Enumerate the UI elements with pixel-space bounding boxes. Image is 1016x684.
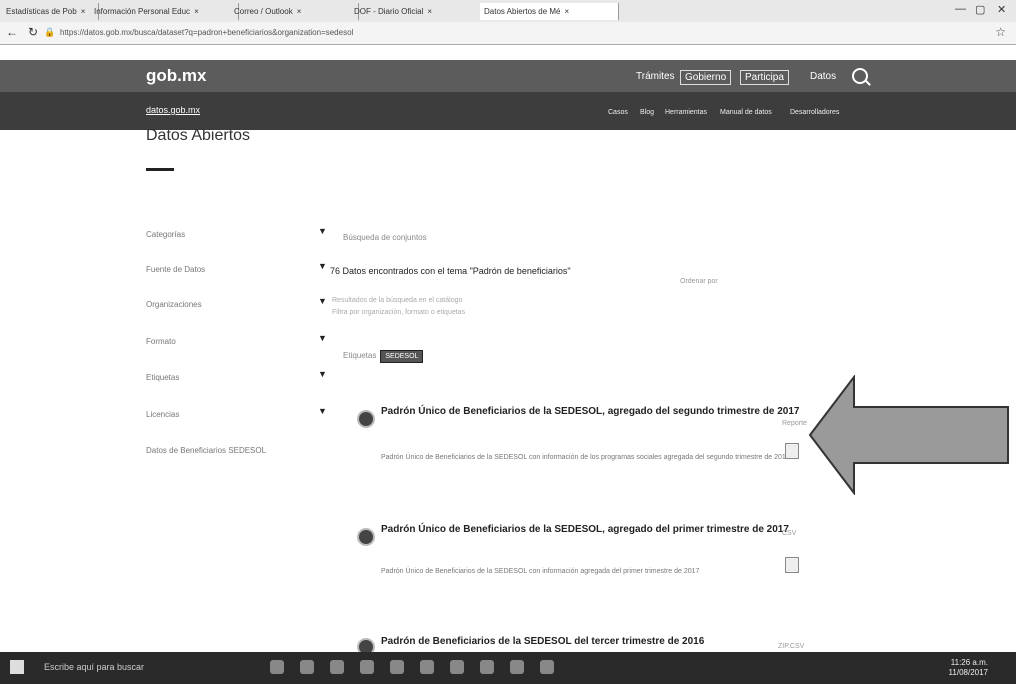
- browser-tab[interactable]: Información Personal Educ ×: [90, 3, 239, 20]
- tags-label: Etiquetas: [343, 351, 377, 360]
- chevron-down-icon[interactable]: ▼: [318, 406, 327, 416]
- sort-label[interactable]: Ordenar por: [680, 278, 718, 285]
- nav-link-tramites[interactable]: Trámites: [632, 70, 679, 83]
- windows-start-icon[interactable]: [10, 660, 24, 674]
- page-title: Datos Abiertos: [146, 127, 251, 144]
- task-view-icon[interactable]: [270, 660, 284, 674]
- excel-icon[interactable]: [450, 660, 464, 674]
- back-arrow-icon[interactable]: ←: [6, 25, 18, 39]
- tag-row: Etiquetas SEDESOL: [343, 350, 424, 363]
- dataset-title[interactable]: Padrón de Beneficiarios de la SEDESOL de…: [381, 636, 801, 648]
- lock-icon: 🔒: [44, 27, 56, 37]
- results-heading: 76 Datos encontrados con el tema "Padrón…: [330, 266, 571, 276]
- results-description: Filtra por organización, formato o etiqu…: [332, 309, 466, 316]
- sidebar-filter-categorias[interactable]: Categorías: [146, 230, 185, 239]
- browser-tab[interactable]: Estadísticas de Pob ×: [2, 3, 99, 20]
- chevron-down-icon[interactable]: ▼: [318, 333, 327, 343]
- site-top-nav: gob.mx Trámites Gobierno Participa Datos: [0, 60, 1016, 92]
- mail-icon[interactable]: [390, 660, 404, 674]
- explorer-icon[interactable]: [330, 660, 344, 674]
- dataset-description: Padrón Único de Beneficiarios de la SEDE…: [381, 568, 700, 575]
- dataset-title[interactable]: Padrón Único de Beneficiarios de la SEDE…: [381, 524, 801, 536]
- outlook-icon[interactable]: [480, 660, 494, 674]
- reload-icon[interactable]: ↻: [28, 25, 38, 39]
- site-sub-nav: datos.gob.mx Casos Blog Herramientas Man…: [0, 92, 1016, 130]
- subnav-link-blog[interactable]: Blog: [640, 109, 654, 116]
- format-label: CSV: [782, 530, 797, 537]
- subnav-link-manual[interactable]: Manual de datos: [720, 109, 772, 116]
- sidebar-filter-organizaciones[interactable]: Organizaciones: [146, 300, 202, 309]
- sidebar-footer-link[interactable]: Datos de Beneficiarios SEDESOL: [146, 446, 266, 455]
- clock-time: 11:26 a.m.: [950, 658, 988, 667]
- nav-link-participa[interactable]: Participa: [740, 70, 789, 85]
- browser-tab-bar: Estadísticas de Pob × Información Persona…: [0, 0, 1016, 23]
- maximize-button[interactable]: ▢: [975, 3, 985, 16]
- url-field[interactable]: https://datos.gob.mx/busca/dataset?q=pad…: [60, 26, 960, 40]
- sidebar-filter-licencias[interactable]: Licencias: [146, 410, 179, 419]
- chevron-down-icon[interactable]: ▼: [318, 369, 327, 379]
- format-label: Reporte: [782, 420, 807, 427]
- word-icon[interactable]: [420, 660, 434, 674]
- minimize-button[interactable]: —: [955, 3, 966, 15]
- taskbar-clock[interactable]: 11:26 a.m. 11/08/2017: [949, 658, 988, 678]
- dataset-title[interactable]: Padrón Único de Beneficiarios de la SEDE…: [381, 406, 801, 418]
- chevron-down-icon[interactable]: ▼: [318, 261, 327, 271]
- address-bar: ← ↻ 🔒 https://datos.gob.mx/busca/dataset…: [0, 22, 1016, 45]
- edge-icon[interactable]: [300, 660, 314, 674]
- title-underline: [146, 168, 174, 171]
- app-icon[interactable]: [540, 660, 554, 674]
- subnav-link-casos[interactable]: Casos: [608, 109, 628, 116]
- sidebar-filter-fuente[interactable]: Fuente de Datos: [146, 265, 205, 274]
- sidebar-filter-formato[interactable]: Formato: [146, 337, 176, 346]
- chrome-icon[interactable]: [510, 660, 524, 674]
- annotation-arrow: [808, 375, 1009, 495]
- close-button[interactable]: ✕: [997, 3, 1006, 16]
- nav-link-gobierno[interactable]: Gobierno: [680, 70, 732, 85]
- dataset-icon: [357, 410, 375, 428]
- taskbar-search[interactable]: Escribe aquí para buscar: [44, 662, 144, 672]
- chevron-down-icon[interactable]: ▼: [318, 226, 327, 236]
- file-icon[interactable]: [785, 557, 799, 573]
- clock-date: 11/08/2017: [948, 668, 988, 677]
- tag-sedesol[interactable]: SEDESOL: [380, 350, 424, 363]
- browser-tab[interactable]: DOF - Diario Oficial ×: [350, 3, 489, 20]
- search-icon[interactable]: [852, 68, 868, 84]
- format-label: ZIP.CSV: [778, 643, 805, 650]
- sidebar-filter-etiquetas[interactable]: Etiquetas: [146, 373, 179, 382]
- subnav-link-herramientas[interactable]: Herramientas: [665, 109, 707, 116]
- site-logo[interactable]: gob.mx: [146, 66, 206, 86]
- subnav-link-desarrolladores[interactable]: Desarrolladores: [790, 109, 839, 116]
- browser-tab[interactable]: Correo / Outlook ×: [230, 3, 359, 20]
- dataset-icon: [357, 528, 375, 546]
- chevron-down-icon[interactable]: ▼: [318, 296, 327, 306]
- datos-brand-link[interactable]: datos.gob.mx: [146, 105, 200, 115]
- taskbar: Escribe aquí para buscar 11:26 a.m. 11/0…: [0, 652, 1016, 684]
- nav-link-datos[interactable]: Datos: [806, 70, 840, 83]
- browser-tab-active[interactable]: Datos Abiertos de Mé ×: [480, 3, 619, 20]
- results-line: Búsqueda de conjuntos: [343, 233, 427, 242]
- results-description: Resultados de la búsqueda en el catálogo: [332, 297, 463, 304]
- store-icon[interactable]: [360, 660, 374, 674]
- file-icon[interactable]: [785, 443, 799, 459]
- star-icon[interactable]: ☆: [995, 25, 1006, 39]
- dataset-description: Padrón Único de Beneficiarios de la SEDE…: [381, 454, 790, 461]
